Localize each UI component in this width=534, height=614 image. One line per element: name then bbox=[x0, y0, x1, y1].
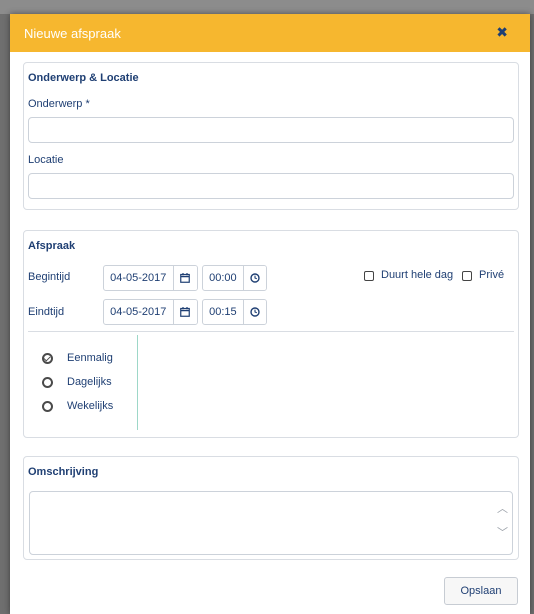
start-time-value[interactable]: 00:00 bbox=[203, 266, 244, 290]
recurrence-label: Wekelijks bbox=[67, 400, 114, 412]
recurrence-option-weekly[interactable]: Wekelijks bbox=[42, 400, 113, 412]
new-appointment-dialog: Nieuwe afspraak ✖ Onderwerp & Locatie On… bbox=[10, 14, 530, 614]
end-label: Eindtijd bbox=[28, 306, 65, 318]
start-date-value[interactable]: 04-05-2017 bbox=[104, 266, 174, 290]
scroll-up-icon[interactable]: ︿ bbox=[497, 504, 508, 515]
end-time-field[interactable]: 00:15 bbox=[202, 299, 267, 325]
private-label: Privé bbox=[479, 269, 505, 281]
recurrence-label: Dagelijks bbox=[67, 376, 112, 388]
radio-daily[interactable] bbox=[42, 376, 53, 388]
dialog-titlebar: Nieuwe afspraak ✖ bbox=[10, 14, 530, 52]
start-date-field[interactable]: 04-05-2017 bbox=[103, 265, 198, 291]
clock-icon[interactable] bbox=[243, 266, 266, 290]
subject-location-title: Onderwerp & Locatie bbox=[28, 72, 139, 84]
end-time-value[interactable]: 00:15 bbox=[203, 300, 244, 324]
radio-weekly[interactable] bbox=[42, 400, 53, 412]
subject-input[interactable] bbox=[28, 117, 514, 143]
save-button[interactable]: Opslaan bbox=[444, 577, 518, 605]
calendar-icon[interactable] bbox=[173, 300, 197, 324]
radio-once[interactable] bbox=[42, 352, 53, 364]
end-date-value[interactable]: 04-05-2017 bbox=[104, 300, 174, 324]
location-input[interactable] bbox=[28, 173, 514, 199]
recurrence-option-once[interactable]: Eenmalig bbox=[42, 352, 113, 364]
all-day-label: Duurt hele dag bbox=[381, 269, 454, 281]
appointment-panel: Afspraak Begintijd 04-05-2017 00:00 Duur… bbox=[23, 230, 519, 438]
clock-icon[interactable] bbox=[243, 300, 266, 324]
start-label: Begintijd bbox=[28, 271, 71, 283]
calendar-icon[interactable] bbox=[173, 266, 197, 290]
close-icon[interactable]: ✖ bbox=[496, 26, 508, 40]
scroll-down-icon[interactable]: ﹀ bbox=[497, 528, 508, 539]
dialog-title: Nieuwe afspraak bbox=[24, 25, 121, 41]
description-title: Omschrijving bbox=[28, 466, 99, 478]
description-textarea[interactable]: ︿ ﹀ bbox=[29, 491, 513, 555]
all-day-checkbox[interactable] bbox=[364, 271, 374, 281]
private-checkbox[interactable] bbox=[462, 271, 472, 281]
backdrop bbox=[0, 0, 534, 14]
subject-location-panel: Onderwerp & Locatie Onderwerp * Locatie bbox=[23, 62, 519, 210]
end-date-field[interactable]: 04-05-2017 bbox=[103, 299, 198, 325]
location-label: Locatie bbox=[28, 154, 64, 166]
recurrence-option-daily[interactable]: Dagelijks bbox=[42, 376, 112, 388]
recurrence-label: Eenmalig bbox=[67, 352, 113, 364]
appointment-divider bbox=[28, 331, 514, 332]
recurrence-divider bbox=[137, 335, 138, 430]
subject-label: Onderwerp * bbox=[28, 98, 90, 110]
start-time-field[interactable]: 00:00 bbox=[202, 265, 267, 291]
appointment-title: Afspraak bbox=[28, 240, 76, 252]
description-panel: Omschrijving ︿ ﹀ bbox=[23, 456, 519, 560]
